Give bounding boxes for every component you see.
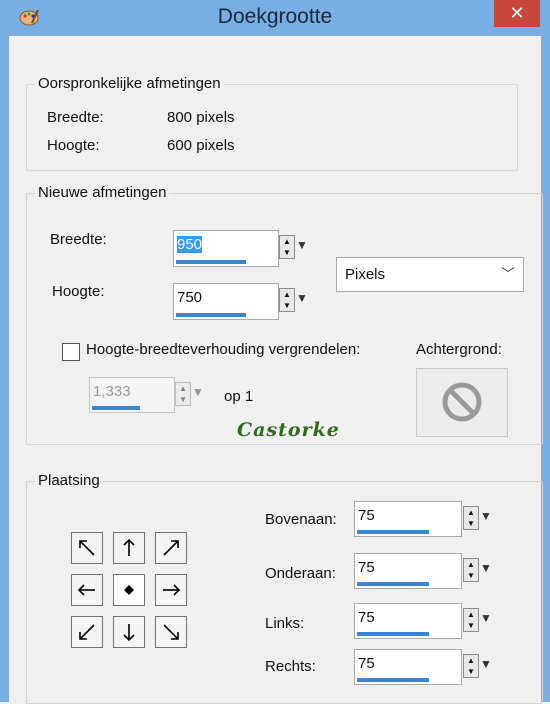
bottom-value: 75: [358, 559, 375, 576]
lock-aspect-checkbox[interactable]: [62, 343, 80, 361]
arrow-left-icon: [77, 584, 95, 596]
center-dot-icon: [124, 585, 134, 595]
anchor-left-button[interactable]: [71, 574, 103, 606]
bottom-input[interactable]: 75: [354, 553, 462, 589]
chevron-down-icon[interactable]: ▼: [480, 611, 492, 625]
left-label: Links:: [265, 615, 305, 632]
left-spinner[interactable]: ▲ ▼ ▼: [463, 605, 499, 635]
chevron-down-icon: ▼: [192, 385, 204, 399]
chevron-down-icon: ﹀: [501, 266, 515, 282]
left-input[interactable]: 75: [354, 603, 462, 639]
chevron-down-icon[interactable]: ▼: [296, 291, 308, 305]
anchor-top-left-button[interactable]: [71, 532, 103, 564]
height-value: 750: [177, 289, 203, 306]
title-bar[interactable]: Doekgrootte ✕: [0, 0, 550, 36]
watermark: Castorke: [237, 419, 340, 441]
top-spinner[interactable]: ▲ ▼ ▼: [463, 503, 499, 533]
no-color-icon: [441, 381, 483, 427]
background-label: Achtergrond:: [416, 341, 502, 358]
right-input[interactable]: 75: [354, 649, 462, 685]
arrow-up-icon: [123, 538, 135, 556]
anchor-right-button[interactable]: [155, 574, 187, 606]
arrow-down-left-icon: [79, 624, 95, 640]
height-input[interactable]: 750: [173, 283, 279, 320]
height-spinner[interactable]: ▲ ▼ ▼: [279, 285, 315, 315]
anchor-top-button[interactable]: [113, 532, 145, 564]
original-width-value: 800 pixels: [167, 109, 235, 126]
chevron-down-icon[interactable]: ▼: [480, 561, 492, 575]
top-label: Bovenaan:: [265, 511, 337, 528]
ratio-spinner: ▲ ▼ ▼: [175, 379, 211, 409]
close-button[interactable]: ✕: [494, 0, 540, 27]
ratio-value: 1,333: [93, 383, 131, 400]
width-input[interactable]: 950: [173, 230, 279, 267]
arrow-up-left-icon: [79, 540, 95, 556]
height-label: Hoogte:: [52, 283, 105, 300]
width-value: 950: [177, 236, 203, 253]
width-label: Breedte:: [50, 231, 107, 248]
lock-aspect-label: Hoogte-breedteverhouding vergrendelen:: [86, 341, 361, 358]
right-spinner[interactable]: ▲ ▼ ▼: [463, 651, 499, 681]
window-title: Doekgrootte: [217, 5, 333, 28]
ratio-slider-bar: [92, 406, 140, 410]
spin-arrows-icon[interactable]: ▲ ▼: [463, 654, 479, 678]
original-width-label: Breedte:: [47, 109, 104, 126]
arrow-up-right-icon: [163, 540, 179, 556]
original-dimensions-group: Oorspronkelijke afmetingen: [26, 75, 518, 171]
anchor-top-right-button[interactable]: [155, 532, 187, 564]
ratio-suffix: op 1: [224, 388, 254, 405]
close-icon: ✕: [509, 3, 525, 23]
spin-arrows-icon[interactable]: ▲ ▼: [463, 558, 479, 582]
original-height-value: 600 pixels: [167, 137, 235, 154]
bottom-slider-bar[interactable]: [357, 582, 429, 586]
anchor-bottom-right-button[interactable]: [155, 616, 187, 648]
top-input[interactable]: 75: [354, 501, 462, 537]
spin-arrows-icon[interactable]: ▲ ▼: [279, 235, 295, 259]
spin-arrows-icon[interactable]: ▲ ▼: [463, 608, 479, 632]
chevron-down-icon[interactable]: ▼: [480, 509, 492, 523]
group-title: Plaatsing: [35, 472, 103, 489]
spin-arrows-icon[interactable]: ▲ ▼: [463, 506, 479, 530]
bottom-spinner[interactable]: ▲ ▼ ▼: [463, 555, 499, 585]
height-slider-bar[interactable]: [176, 313, 246, 317]
anchor-center-button[interactable]: [113, 574, 145, 606]
right-label: Rechts:: [265, 658, 316, 675]
original-height-label: Hoogte:: [47, 137, 100, 154]
arrow-down-right-icon: [163, 624, 179, 640]
top-value: 75: [358, 507, 375, 524]
anchor-bottom-button[interactable]: [113, 616, 145, 648]
background-color-swatch[interactable]: [416, 368, 508, 437]
ratio-input: 1,333: [89, 377, 175, 413]
dialog-body: Oorspronkelijke afmetingen Breedte: 800 …: [9, 36, 543, 704]
right-slider-bar[interactable]: [357, 678, 429, 682]
arrow-right-icon: [163, 584, 181, 596]
right-value: 75: [358, 655, 375, 672]
arrow-down-icon: [123, 624, 135, 642]
unit-select[interactable]: Pixels ﹀: [336, 257, 524, 292]
width-slider-bar[interactable]: [176, 260, 246, 264]
group-title: Nieuwe afmetingen: [35, 184, 170, 201]
group-title: Oorspronkelijke afmetingen: [35, 75, 224, 92]
unit-select-value: Pixels: [345, 266, 386, 283]
top-slider-bar[interactable]: [357, 530, 429, 534]
spin-arrows-icon: ▲ ▼: [175, 382, 191, 406]
chevron-down-icon[interactable]: ▼: [480, 657, 492, 671]
bottom-label: Onderaan:: [265, 565, 336, 582]
spin-arrows-icon[interactable]: ▲ ▼: [279, 288, 295, 312]
chevron-down-icon[interactable]: ▼: [296, 238, 308, 252]
anchor-bottom-left-button[interactable]: [71, 616, 103, 648]
left-value: 75: [358, 609, 375, 626]
width-spinner[interactable]: ▲ ▼ ▼: [279, 232, 315, 262]
left-slider-bar[interactable]: [357, 632, 429, 636]
